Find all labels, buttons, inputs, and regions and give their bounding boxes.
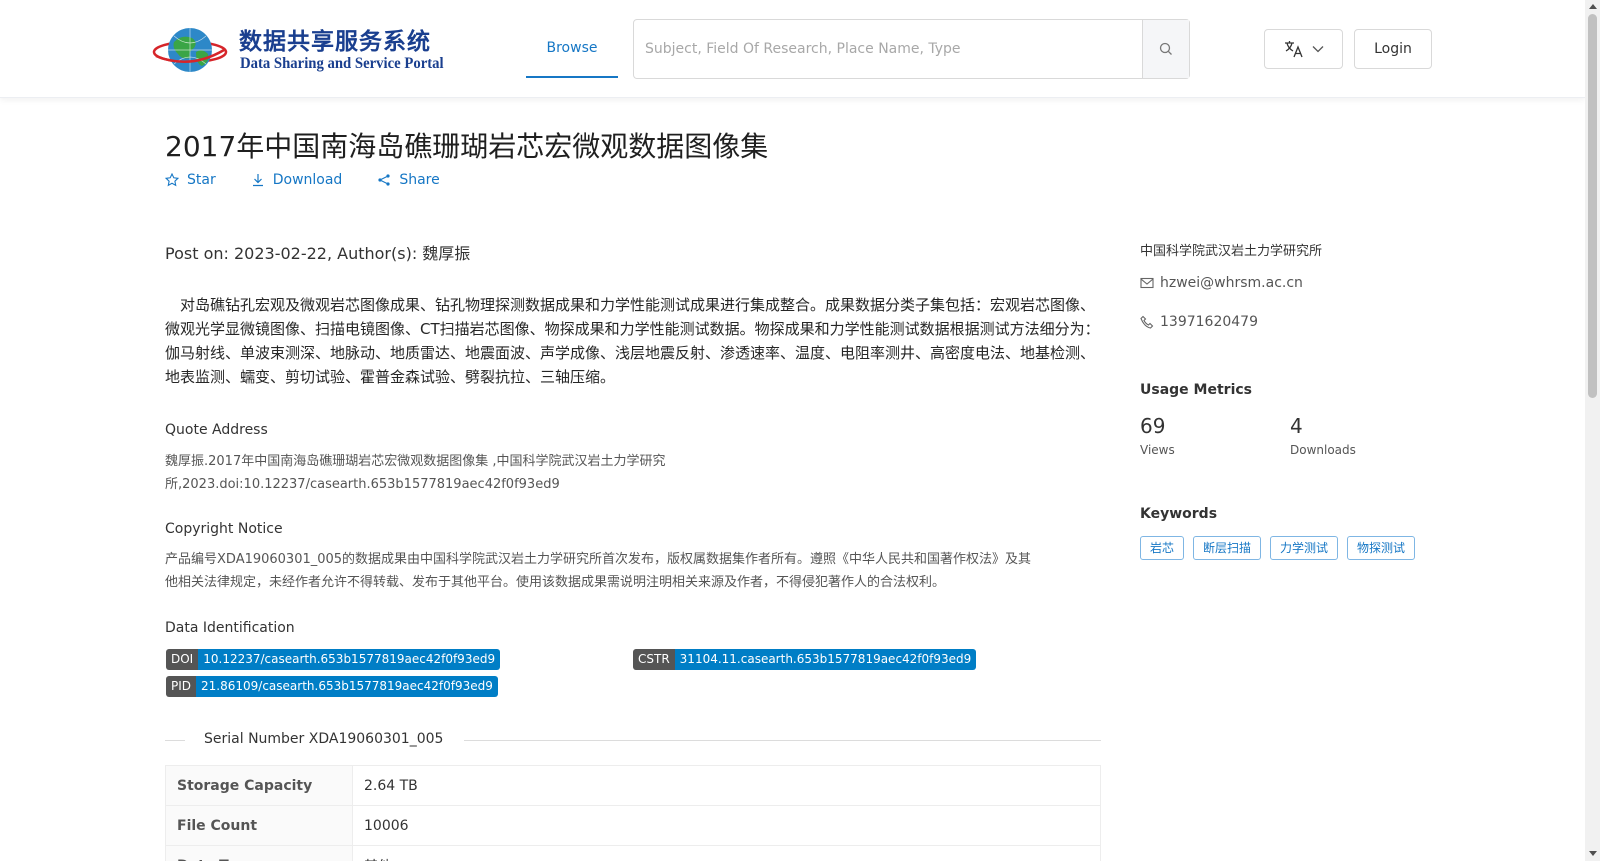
keywords-heading: Keywords bbox=[1140, 506, 1218, 522]
page-scrollbar[interactable] bbox=[1585, 0, 1600, 861]
views-label: Views bbox=[1140, 443, 1175, 457]
phone-text: 13971620479 bbox=[1160, 314, 1258, 330]
login-button[interactable]: Login bbox=[1354, 29, 1432, 69]
keyword-tag[interactable]: 岩芯 bbox=[1140, 536, 1185, 560]
nav-browse[interactable]: Browse bbox=[526, 20, 618, 78]
search-icon bbox=[1159, 42, 1172, 55]
table-row: File Count 10006 bbox=[165, 805, 1101, 846]
download-label: Download bbox=[272, 172, 343, 188]
data-identification-label: Data Identification bbox=[165, 620, 295, 636]
dataset-info-table: Storage Capacity 2.64 TB File Count 1000… bbox=[165, 765, 1101, 861]
share-button[interactable]: Share bbox=[377, 172, 440, 188]
share-label: Share bbox=[399, 172, 440, 188]
file-count-value: 10006 bbox=[352, 805, 1101, 846]
contact-email[interactable]: hzwei@whrsm.ac.cn bbox=[1140, 275, 1303, 291]
storage-capacity-label: Storage Capacity bbox=[165, 765, 353, 806]
usage-metrics-heading: Usage Metrics bbox=[1140, 382, 1252, 398]
pid-value: 21.86109/casearth.653b1577819aec42f0f93e… bbox=[196, 676, 498, 697]
download-button[interactable]: Download bbox=[251, 172, 343, 188]
organization-name: 中国科学院武汉岩土力学研究所 bbox=[1140, 244, 1323, 259]
quote-address-text: 魏厚振.2017年中国南海岛礁珊瑚岩芯宏微观数据图像集 ,中国科学院武汉岩土力学… bbox=[165, 450, 665, 496]
copyright-line-1: 产品编号XDA19060301_005的数据成果由中国科学院武汉岩土力学研究所首… bbox=[165, 552, 1032, 567]
downloads-label: Downloads bbox=[1290, 443, 1356, 457]
translate-icon bbox=[1284, 41, 1303, 58]
scrollbar-thumb[interactable] bbox=[1588, 14, 1597, 398]
chevron-down-icon bbox=[1312, 46, 1323, 53]
scroll-down-arrow-icon[interactable] bbox=[1589, 851, 1597, 856]
data-type-value: 其他 bbox=[352, 845, 1101, 861]
dataset-actions: Star Download Share bbox=[165, 172, 440, 188]
copyright-label: Copyright Notice bbox=[165, 521, 283, 537]
divider-left bbox=[165, 740, 185, 741]
email-text: hzwei@whrsm.ac.cn bbox=[1160, 275, 1303, 291]
download-icon bbox=[252, 174, 263, 187]
pid-key: PID bbox=[166, 676, 197, 697]
search-bar bbox=[633, 19, 1190, 79]
logo-title-en: Data Sharing and Service Portal bbox=[240, 55, 444, 72]
logo-title-zh: 数据共享服务系统 bbox=[239, 29, 431, 55]
cstr-badge[interactable]: CSTR 31104.11.casearth.653b1577819aec42f… bbox=[633, 649, 977, 670]
search-button[interactable] bbox=[1142, 20, 1189, 78]
mail-icon bbox=[1140, 277, 1154, 289]
share-icon bbox=[378, 174, 390, 186]
table-row: Storage Capacity 2.64 TB bbox=[165, 765, 1101, 806]
star-button[interactable]: Star bbox=[165, 172, 216, 188]
star-icon bbox=[165, 173, 179, 187]
storage-capacity-value: 2.64 TB bbox=[352, 765, 1101, 806]
serial-number: Serial Number XDA19060301_005 bbox=[204, 731, 444, 747]
quote-address-label: Quote Address bbox=[165, 422, 268, 438]
downloads-count: 4 bbox=[1290, 414, 1303, 438]
divider-right bbox=[464, 740, 1101, 741]
language-switch-button[interactable] bbox=[1264, 29, 1343, 69]
scroll-up-arrow-icon[interactable] bbox=[1589, 4, 1597, 9]
quote-line-2: 所,2023.doi:10.12237/casearth.653b1577819… bbox=[165, 477, 560, 492]
pid-badge[interactable]: PID 21.86109/casearth.653b1577819aec42f0… bbox=[166, 676, 498, 697]
dataset-abstract: 对岛礁钻孔宏观及微观岩芯图像成果、钻孔物理探测数据成果和力学性能测试成果进行集成… bbox=[165, 296, 1100, 386]
keywords-list: 岩芯 断层扫描 力学测试 物探测试 bbox=[1140, 536, 1416, 560]
quote-line-1: 魏厚振.2017年中国南海岛礁珊瑚岩芯宏微观数据图像集 ,中国科学院武汉岩土力学… bbox=[165, 454, 666, 469]
table-row: Data Type 其他 bbox=[165, 845, 1101, 861]
copyright-text: 产品编号XDA19060301_005的数据成果由中国科学院武汉岩土力学研究所首… bbox=[165, 548, 1105, 594]
keyword-tag[interactable]: 断层扫描 bbox=[1193, 536, 1262, 560]
views-count: 69 bbox=[1140, 414, 1166, 438]
phone-icon bbox=[1140, 315, 1154, 329]
keyword-tag[interactable]: 力学测试 bbox=[1270, 536, 1339, 560]
cstr-value: 31104.11.casearth.653b1577819aec42f0f93e… bbox=[674, 649, 977, 670]
portal-logo[interactable]: 数据共享服务系统 Data Sharing and Service Portal bbox=[152, 20, 444, 80]
cstr-key: CSTR bbox=[633, 649, 675, 670]
doi-value: 10.12237/casearth.653b1577819aec42f0f93e… bbox=[198, 649, 501, 670]
star-label: Star bbox=[187, 172, 216, 188]
doi-badge[interactable]: DOI 10.12237/casearth.653b1577819aec42f0… bbox=[166, 649, 501, 670]
copyright-line-2: 他相关法律规定，未经作者允许不得转载、发布于其他平台。使用该数据成果需说明注明相… bbox=[165, 575, 946, 590]
dataset-title: 2017年中国南海岛礁珊瑚岩芯宏微观数据图像集 bbox=[165, 130, 769, 163]
file-count-label: File Count bbox=[165, 805, 353, 846]
post-meta: Post on: 2023-02-22, Author(s): 魏厚振 bbox=[165, 244, 471, 263]
search-input[interactable] bbox=[634, 20, 1142, 78]
data-type-label: Data Type bbox=[165, 845, 353, 861]
contact-phone: 13971620479 bbox=[1140, 314, 1258, 330]
top-header: 数据共享服务系统 Data Sharing and Service Portal… bbox=[0, 0, 1585, 98]
globe-logo-icon bbox=[152, 28, 228, 72]
doi-key: DOI bbox=[166, 649, 199, 670]
keyword-tag[interactable]: 物探测试 bbox=[1347, 536, 1416, 560]
